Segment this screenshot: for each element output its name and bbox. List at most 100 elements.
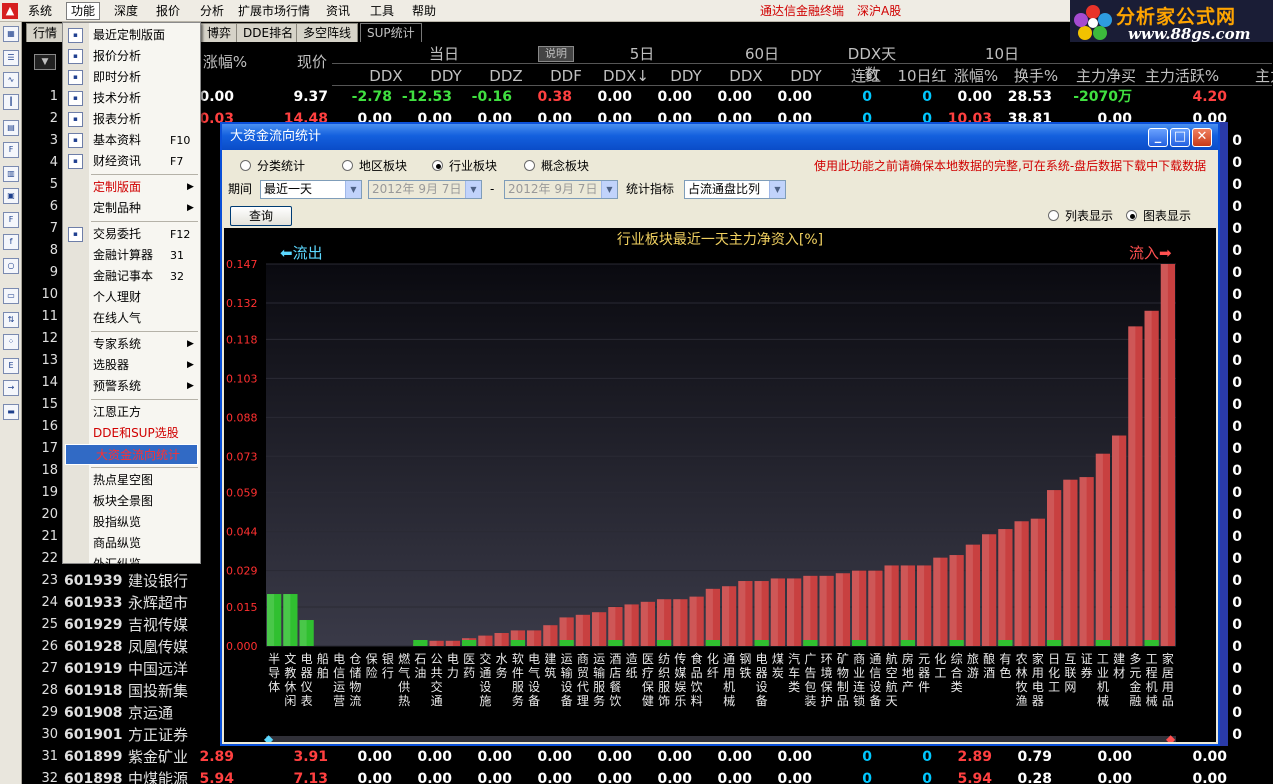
explain-button[interactable]: 说明 — [538, 46, 574, 62]
f12-icon[interactable]: F — [3, 212, 19, 228]
menu-item-26[interactable]: 板块全景图 — [63, 491, 200, 512]
line-chart-icon[interactable]: ∿ — [3, 72, 19, 88]
menu-extended-market[interactable]: 扩展市场行情 — [234, 2, 314, 20]
chevron-down-icon[interactable]: ▼ — [345, 181, 361, 198]
table-row[interactable]: 1 0.00 9.37 -2.78 -12.53 -0.16 0.38 0.00 0.00 0.0… — [22, 86, 1273, 108]
print-icon[interactable]: ▬ — [3, 404, 19, 420]
sort-dropdown-icon[interactable]: ▼ — [34, 54, 56, 70]
menu-item-2[interactable]: ▪ 即时分析 — [63, 67, 200, 88]
menu-item-25[interactable]: 热点星空图 — [63, 470, 200, 491]
menu-item-17[interactable]: 专家系统 ▶ — [63, 334, 200, 355]
promo-text[interactable]: 通达信金融终端 — [760, 2, 844, 20]
radio-industry[interactable]: 行业板块 — [432, 158, 497, 174]
col-today[interactable]: 当日 — [414, 44, 474, 64]
period-select[interactable]: 最近一天 ▼ — [260, 180, 362, 199]
col-5[interactable]: DDY — [658, 66, 714, 86]
menu-item-29[interactable]: 外汇纵览 — [63, 554, 200, 575]
menu-item-28[interactable]: 商品纵览 — [63, 533, 200, 554]
table-icon[interactable]: ☰ — [3, 50, 19, 66]
tab-long-short[interactable]: 多空阵线 — [296, 23, 359, 42]
col-price[interactable]: 现价 — [284, 52, 340, 72]
col-4[interactable]: DDX↓ — [598, 66, 654, 86]
query-button[interactable]: 查询 — [230, 206, 292, 226]
layout-icon[interactable]: ▦ — [3, 26, 19, 42]
notes-icon[interactable]: ▣ — [3, 188, 19, 204]
col-14[interactable]: 主力 — [1230, 66, 1273, 86]
menu-item-13[interactable]: 金融记事本 32 — [63, 266, 200, 287]
updown-icon[interactable]: ⇅ — [3, 312, 19, 328]
col-6[interactable]: DDX — [718, 66, 774, 86]
menu-item-9[interactable]: 定制品种 ▶ — [63, 198, 200, 219]
news-icon[interactable]: ▥ — [3, 166, 19, 182]
menu-tools[interactable]: 工具 — [366, 2, 398, 20]
col-10[interactable]: 涨幅% — [948, 66, 1004, 86]
maximize-icon[interactable]: □ — [1170, 128, 1190, 147]
grid-icon[interactable]: ⁘ — [3, 334, 19, 350]
table-row[interactable]: 32 601898 中煤能源 5.94 7.13 0.00 0.00 0.00 0.00 0.00… — [22, 768, 1273, 784]
radio-dot — [240, 160, 251, 171]
menu-function[interactable]: 功能 — [66, 2, 101, 20]
radio-category[interactable]: 分类统计 — [240, 158, 305, 174]
search-icon[interactable]: ○ — [3, 258, 19, 274]
menu-item-22[interactable]: DDE和SUP选股 — [63, 423, 200, 444]
col-12[interactable]: 主力净买 — [1066, 66, 1146, 86]
tab-game[interactable]: 博弈 — [200, 23, 239, 42]
menu-item-19[interactable]: 预警系统 ▶ — [63, 376, 200, 397]
col-8[interactable]: 连红 — [838, 66, 894, 86]
radio-concept[interactable]: 概念板块 — [524, 158, 589, 174]
menu-item-18[interactable]: 选股器 ▶ — [63, 355, 200, 376]
metric-select[interactable]: 占流通盘比列 ▼ — [684, 180, 786, 199]
menu-item-12[interactable]: 金融计算器 31 — [63, 245, 200, 266]
radio-list-view[interactable]: 列表显示 — [1048, 208, 1113, 224]
radio-region[interactable]: 地区板块 — [342, 158, 407, 174]
menu-help[interactable]: 帮助 — [408, 2, 440, 20]
calculator-icon[interactable]: f — [3, 234, 19, 250]
menu-item-14[interactable]: 个人理财 — [63, 287, 200, 308]
radio-chart-view[interactable]: 图表显示 — [1126, 208, 1191, 224]
app-icon[interactable]: ▲ — [2, 3, 18, 19]
menu-item-5[interactable]: ▪ 基本资料 F10 — [63, 130, 200, 151]
menu-info[interactable]: 资讯 — [322, 2, 354, 20]
col-change-pct[interactable]: 涨幅% — [200, 52, 250, 72]
table-row[interactable]: 31 601899 紫金矿业 2.89 3.91 0.00 0.00 0.00 0.00 0.00… — [22, 746, 1273, 768]
dialog-title[interactable]: 大资金流向统计 — [222, 124, 1218, 150]
menu-depth[interactable]: 深度 — [110, 2, 142, 20]
menu-item-0[interactable]: ▪ 最近定制版面 — [63, 25, 200, 46]
market-label[interactable]: 深沪A股 — [857, 2, 901, 20]
col-1[interactable]: DDY — [418, 66, 474, 86]
folder-icon[interactable]: ▭ — [3, 288, 19, 304]
menu-item-1[interactable]: ▪ 报价分析 — [63, 46, 200, 67]
menu-quote[interactable]: 报价 — [152, 2, 184, 20]
menu-item-15[interactable]: 在线人气 — [63, 308, 200, 329]
col-0[interactable]: DDX — [358, 66, 414, 86]
menu-item-3[interactable]: ▪ 技术分析 — [63, 88, 200, 109]
col-5day[interactable]: 5日 — [612, 44, 672, 64]
menu-system[interactable]: 系统 — [24, 2, 56, 20]
col-9[interactable]: 10日红 — [894, 66, 950, 86]
menu-item-23[interactable]: 大资金流向统计 — [65, 444, 198, 465]
menu-item-11[interactable]: ▪ 交易委托 F12 — [63, 224, 200, 245]
candlestick-icon[interactable]: ┃ — [3, 94, 19, 110]
col-10day[interactable]: 10日 — [972, 44, 1032, 64]
close-icon[interactable]: ✕ — [1192, 128, 1212, 147]
export-icon[interactable]: → — [3, 380, 19, 396]
menu-analysis[interactable]: 分析 — [196, 2, 228, 20]
chevron-down-icon[interactable]: ▼ — [769, 181, 785, 198]
menu-item-4[interactable]: ▪ 报表分析 — [63, 109, 200, 130]
tab-sup-stats[interactable]: SUP统计 — [360, 23, 422, 42]
tab-dde-rank[interactable]: DDE排名 — [236, 23, 301, 42]
col-60day[interactable]: 60日 — [732, 44, 792, 64]
minimize-icon[interactable]: _ — [1148, 128, 1168, 147]
col-11[interactable]: 换手% — [1008, 66, 1064, 86]
col-3[interactable]: DDF — [538, 66, 594, 86]
col-13[interactable]: 主力活跃% — [1142, 66, 1222, 86]
etf-icon[interactable]: E — [3, 358, 19, 374]
f10-icon[interactable]: F — [3, 142, 19, 158]
menu-item-8[interactable]: 定制版面 ▶ — [63, 177, 200, 198]
menu-item-21[interactable]: 江恩正方 — [63, 402, 200, 423]
menu-item-27[interactable]: 股指纵览 — [63, 512, 200, 533]
menu-item-6[interactable]: ▪ 财经资讯 F7 — [63, 151, 200, 172]
col-7[interactable]: DDY — [778, 66, 834, 86]
col-2[interactable]: DDZ — [478, 66, 534, 86]
report-icon[interactable]: ▤ — [3, 120, 19, 136]
